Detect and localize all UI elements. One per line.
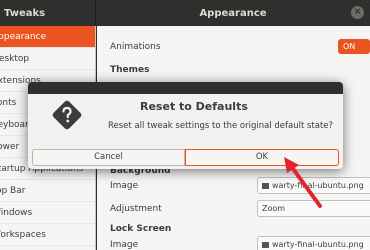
sidebar-item-label: Top Bar: [0, 186, 26, 196]
sidebar-item-desktop[interactable]: Desktop: [0, 48, 95, 70]
cancel-button[interactable]: Cancel: [32, 149, 185, 166]
sidebar-item-label: Appearance: [0, 32, 47, 42]
sidebar-item-top-bar[interactable]: Top Bar: [0, 180, 95, 202]
file-icon: [262, 241, 269, 248]
app-title: Tweaks: [0, 0, 96, 26]
lock-image-chooser[interactable]: warty-final-ubuntu.png: [257, 236, 370, 250]
lock-image-label: Image: [110, 240, 139, 250]
window-titlebar: Tweaks Appearance ×: [0, 0, 370, 26]
warning-icon: [52, 100, 82, 130]
dialog-title: Reset to Defaults: [140, 100, 248, 113]
panel-title-area: Appearance ×: [96, 0, 370, 26]
lock-image-value: warty-final-ubuntu.png: [272, 240, 364, 249]
sidebar-item-label: Windows: [0, 208, 33, 218]
adjustment-label: Adjustment: [110, 204, 162, 214]
red-arrow-annotation: [284, 157, 322, 208]
sidebar-item-label: Fonts: [0, 98, 17, 108]
sidebar-item-label: Desktop: [0, 54, 30, 64]
panel-title: Appearance: [199, 7, 267, 19]
sidebar-item-label: Power: [0, 142, 20, 152]
animations-toggle[interactable]: ON: [338, 39, 370, 54]
sidebar-item-appearance[interactable]: Appearance: [0, 26, 95, 48]
lockscreen-header: Lock Screen: [110, 224, 172, 234]
themes-header: Themes: [110, 65, 150, 75]
animations-label: Animations: [110, 42, 161, 52]
sidebar-item-workspaces[interactable]: Workspaces: [0, 224, 95, 246]
dialog-message: Reset all tweak settings to the original…: [108, 121, 334, 131]
background-image-label: Image: [110, 181, 139, 191]
close-icon[interactable]: ×: [351, 6, 364, 19]
sidebar-item-windows[interactable]: Windows: [0, 202, 95, 224]
sidebar-item-label: Workspaces: [0, 230, 46, 240]
file-icon: [262, 182, 269, 189]
dialog-titlebar: [28, 82, 343, 94]
